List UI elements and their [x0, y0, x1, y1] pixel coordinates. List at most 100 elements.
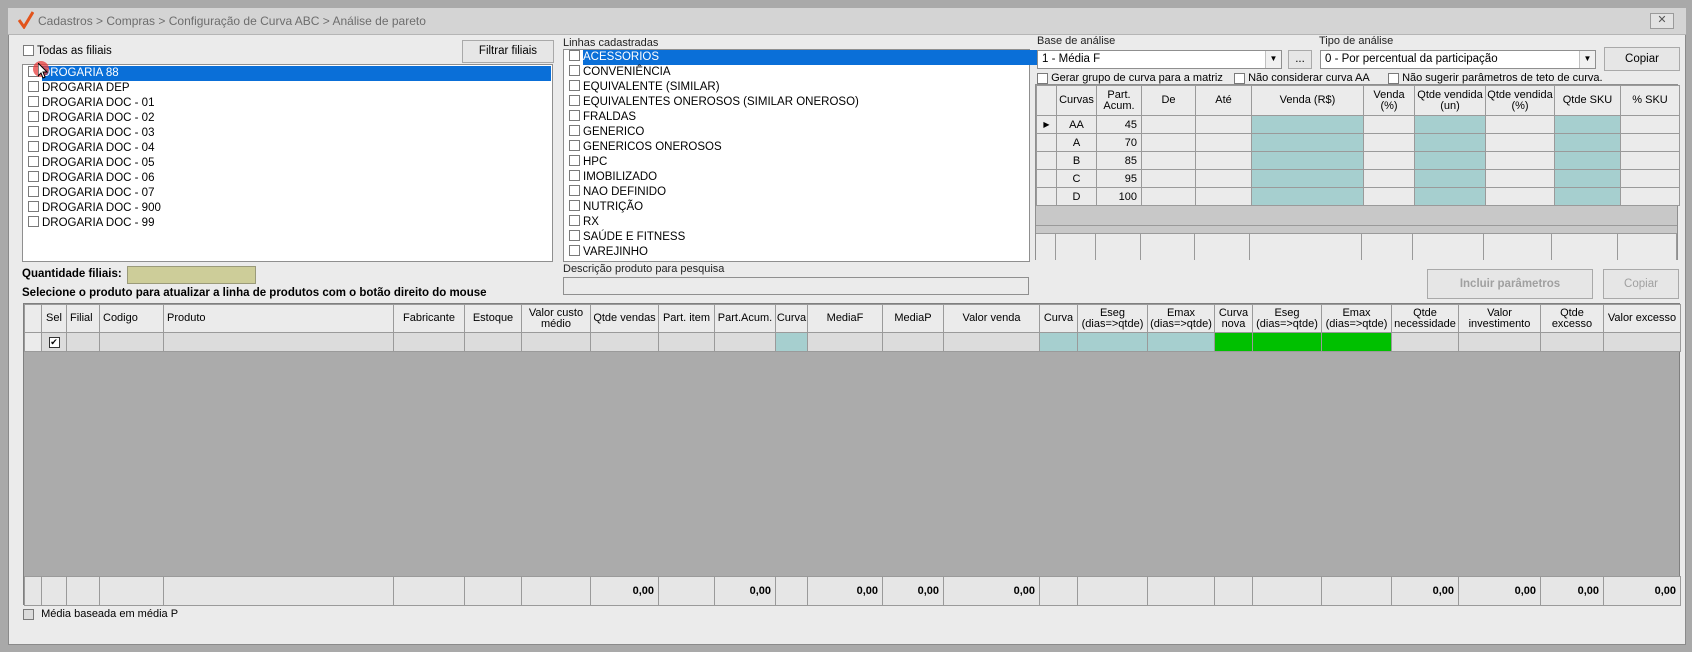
curva-row[interactable]: D 100 — [1036, 187, 1680, 206]
chevron-down-icon[interactable]: ▼ — [1265, 51, 1281, 68]
col-emax-nova[interactable]: Emax (dias=>qtde) — [1321, 304, 1392, 333]
checkbox-icon[interactable] — [569, 245, 580, 257]
base-ellipsis-button[interactable]: ... — [1288, 50, 1312, 69]
grid-cell[interactable] — [393, 332, 465, 352]
checkbox-icon[interactable] — [28, 186, 39, 198]
curva-value-cell[interactable] — [1363, 169, 1415, 188]
checkbox-icon[interactable] — [28, 201, 39, 213]
linha-item[interactable]: GENERICO — [564, 125, 1029, 140]
curva-value-cell[interactable] — [1251, 115, 1364, 134]
col-qtde-vendas[interactable]: Qtde vendas — [590, 304, 659, 333]
curva-value-cell[interactable] — [1141, 187, 1196, 206]
curva-value-cell[interactable] — [1195, 187, 1252, 206]
checkbox-icon[interactable] — [1388, 72, 1399, 84]
chevron-down-icon[interactable]: ▼ — [1579, 51, 1595, 68]
row-pointer-icon[interactable]: ▶ — [1036, 115, 1057, 134]
col-part-acum[interactable]: Part.Acum. — [714, 304, 776, 333]
curva-value-cell[interactable] — [1554, 133, 1621, 152]
curva-value-cell[interactable] — [1485, 115, 1555, 134]
curva-value-cell[interactable] — [1554, 151, 1621, 170]
row-indicator[interactable] — [1036, 187, 1057, 206]
col-codigo[interactable]: Codigo — [99, 304, 164, 333]
checkbox-icon[interactable] — [23, 45, 34, 57]
col-valor-investimento[interactable]: Valor investimento — [1458, 304, 1541, 333]
curva-value-cell[interactable] — [1251, 151, 1364, 170]
curva-value-cell[interactable] — [1414, 187, 1486, 206]
base-analise-select[interactable]: 1 - Média F ▼ — [1037, 50, 1282, 69]
curva-value-cell[interactable] — [1195, 151, 1252, 170]
curva-value-cell[interactable] — [1363, 187, 1415, 206]
col-produto[interactable]: Produto — [163, 304, 394, 333]
curva-value-cell[interactable] — [1620, 187, 1680, 206]
filial-item[interactable]: DROGARIA DOC - 900 — [23, 201, 552, 216]
linha-item[interactable]: IMOBILIZADO — [564, 170, 1029, 185]
gerar-grupo-option[interactable]: Gerar grupo de curva para a matriz — [1037, 72, 1223, 84]
checkbox-icon[interactable] — [28, 96, 39, 108]
curva-row[interactable]: B 85 — [1036, 151, 1680, 170]
filial-item[interactable]: DROGARIA DOC - 07 — [23, 186, 552, 201]
grid-cell[interactable] — [163, 332, 394, 352]
col-qtde-vendida[interactable]: Qtde vendida (un) — [1414, 85, 1486, 116]
curva-value-cell[interactable] — [1195, 115, 1252, 134]
table-row[interactable]: ✔ — [24, 332, 1681, 352]
checkbox-icon[interactable] — [569, 170, 580, 182]
col-part-item[interactable]: Part. item — [658, 304, 715, 333]
checkmark-icon[interactable]: ✔ — [48, 337, 60, 348]
col-valor-custo-medio[interactable]: Valor custo médio — [521, 304, 591, 333]
curva-value-cell[interactable] — [1363, 115, 1415, 134]
part-acum-cell[interactable]: 85 — [1096, 151, 1142, 170]
col-estoque[interactable]: Estoque — [464, 304, 522, 333]
linha-item[interactable]: VAREJINHO — [564, 245, 1029, 260]
col-valor-venda[interactable]: Valor venda — [943, 304, 1040, 333]
row-indicator[interactable] — [1036, 169, 1057, 188]
filial-item[interactable]: DROGARIA DOC - 05 — [23, 156, 552, 171]
curva-value-cell[interactable] — [1485, 169, 1555, 188]
col-eseg[interactable]: Eseg (dias=>qtde) — [1077, 304, 1148, 333]
grid-cell[interactable] — [66, 332, 100, 352]
linha-item[interactable]: NUTRIÇÃO — [564, 200, 1029, 215]
checkbox-icon[interactable] — [569, 155, 580, 167]
grid-cell[interactable] — [775, 332, 808, 352]
checkbox-icon[interactable] — [569, 95, 580, 107]
filial-item[interactable]: DROGARIA DOC - 99 — [23, 216, 552, 231]
checkbox-icon[interactable] — [28, 111, 39, 123]
linha-item[interactable]: SAÚDE E FITNESS — [564, 230, 1029, 245]
col-curva2[interactable]: Curva — [1039, 304, 1078, 333]
checkbox-icon[interactable] — [28, 126, 39, 138]
checkbox-icon[interactable] — [28, 171, 39, 183]
part-acum-cell[interactable]: 45 — [1096, 115, 1142, 134]
col-sku-pct[interactable]: % SKU — [1620, 85, 1680, 116]
grid-cell[interactable] — [658, 332, 715, 352]
filial-item[interactable]: DROGARIA DOC - 06 — [23, 171, 552, 186]
col-qtde-sku[interactable]: Qtde SKU — [1554, 85, 1621, 116]
checkbox-icon[interactable] — [28, 141, 39, 153]
curva-value-cell[interactable] — [1414, 133, 1486, 152]
linha-item[interactable]: FRALDAS — [564, 110, 1029, 125]
curva-row[interactable]: A 70 — [1036, 133, 1680, 152]
grid-cell[interactable] — [1147, 332, 1215, 352]
close-button[interactable]: ✕ — [1650, 13, 1674, 29]
checkbox-icon[interactable] — [569, 110, 580, 122]
incluir-parametros-button[interactable]: Incluir parâmetros — [1427, 269, 1593, 299]
copiar-parametros-button[interactable]: Copiar — [1603, 269, 1679, 299]
curva-value-cell[interactable] — [1414, 115, 1486, 134]
part-acum-cell[interactable]: 95 — [1096, 169, 1142, 188]
filiais-list[interactable]: DROGARIA 88 DROGARIA DEP DROGARIA DOC - 01… — [22, 64, 553, 262]
col-ate[interactable]: Até — [1195, 85, 1252, 116]
col-venda[interactable]: Venda (R$) — [1251, 85, 1364, 116]
checkbox-icon[interactable] — [569, 50, 580, 62]
curva-cell[interactable]: A — [1056, 133, 1097, 152]
grid-cell[interactable] — [1540, 332, 1604, 352]
curva-cell[interactable]: B — [1056, 151, 1097, 170]
curva-value-cell[interactable] — [1141, 169, 1196, 188]
curva-row[interactable]: C 95 — [1036, 169, 1680, 188]
tipo-analise-select[interactable]: 0 - Por percentual da participação ▼ — [1320, 50, 1596, 69]
checkbox-icon[interactable] — [569, 200, 580, 212]
checkbox-icon[interactable] — [569, 215, 580, 227]
grid-cell[interactable] — [1321, 332, 1392, 352]
grid-cell[interactable] — [24, 332, 42, 352]
curva-row[interactable]: ▶ AA 45 — [1036, 115, 1680, 134]
grid-cell[interactable] — [521, 332, 591, 352]
linha-item[interactable]: HPC — [564, 155, 1029, 170]
curva-cell[interactable]: D — [1056, 187, 1097, 206]
